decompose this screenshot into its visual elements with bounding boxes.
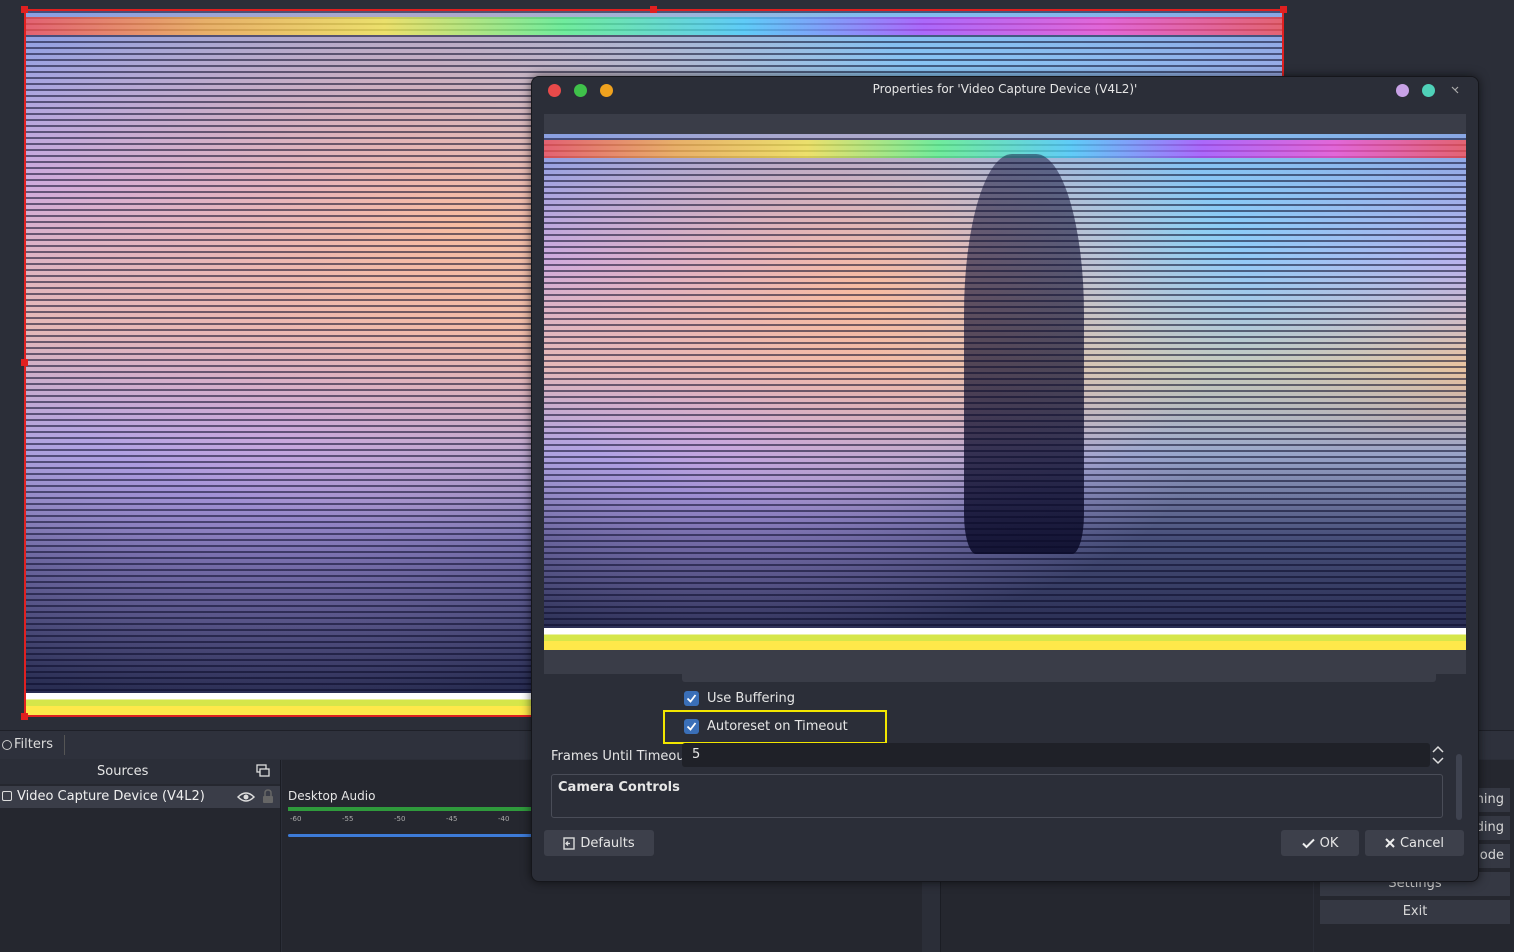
partially-hidden-field[interactable]	[682, 674, 1436, 682]
resize-handle-left-center[interactable]	[21, 359, 28, 366]
lock-icon[interactable]	[262, 789, 274, 804]
sources-title-bar: Sources	[0, 760, 280, 784]
cancel-button[interactable]: Cancel	[1365, 830, 1464, 856]
filter-icon	[2, 739, 12, 750]
shade-window-icon[interactable]	[1422, 84, 1435, 97]
volume-slider[interactable]	[288, 834, 548, 837]
ok-button[interactable]: OK	[1281, 830, 1359, 856]
frames-until-timeout-label: Frames Until Timeout	[551, 749, 690, 764]
glitch-stripe-top	[26, 17, 1282, 35]
mixer-track-label: Desktop Audio	[288, 789, 376, 803]
close-icon	[1385, 838, 1395, 848]
meter-tick: -40	[498, 815, 510, 823]
cancel-label: Cancel	[1399, 835, 1445, 851]
keep-above-icon[interactable]	[1396, 84, 1409, 97]
meter-tick: -50	[394, 815, 406, 823]
source-item-label: Video Capture Device (V4L2)	[17, 789, 205, 804]
visibility-eye-icon[interactable]	[237, 791, 255, 803]
resize-handle-top-left[interactable]	[21, 6, 28, 13]
properties-list: Use Buffering Autoreset on Timeout Frame…	[544, 674, 1466, 824]
defaults-label: Defaults	[580, 835, 635, 851]
meter-tick: -45	[446, 815, 458, 823]
checkbox-checked-icon[interactable]	[684, 690, 699, 706]
camera-controls-title: Camera Controls	[558, 780, 680, 795]
spin-arrows-icon[interactable]	[1430, 743, 1446, 767]
frames-until-timeout-input[interactable]: 5	[682, 743, 1430, 767]
resize-handle-top-right[interactable]	[1280, 6, 1287, 13]
dialog-preview-frame	[544, 114, 1466, 674]
resize-handle-top-center[interactable]	[650, 6, 657, 13]
ok-label: OK	[1319, 835, 1339, 851]
use-buffering-label: Use Buffering	[707, 690, 795, 706]
properties-scrollbar[interactable]	[1456, 754, 1462, 820]
exit-button[interactable]: Exit	[1320, 900, 1510, 924]
defaults-button[interactable]: Defaults	[544, 830, 654, 856]
filters-label: Filters	[14, 737, 53, 752]
sources-title: Sources	[97, 764, 149, 779]
pin-icon[interactable]	[1450, 85, 1460, 95]
meter-scale: -60 -55 -50 -45 -40	[288, 815, 548, 827]
dialog-titlebar[interactable]: Properties for 'Video Capture Device (V4…	[532, 77, 1478, 103]
dock-separator	[64, 735, 65, 755]
properties-dialog: Properties for 'Video Capture Device (V4…	[531, 76, 1479, 882]
use-buffering-checkbox[interactable]: Use Buffering	[684, 688, 795, 708]
undock-icon[interactable]	[256, 764, 270, 778]
glitch-stripe-bottom	[544, 628, 1466, 650]
camera-icon	[2, 791, 12, 801]
meter-tick: -60	[290, 815, 302, 823]
meter-tick: -55	[342, 815, 354, 823]
dialog-preview-video	[544, 134, 1466, 650]
highlight-annotation-box	[663, 710, 887, 744]
dialog-title: Properties for 'Video Capture Device (V4…	[872, 82, 1138, 96]
source-item-video-capture[interactable]: Video Capture Device (V4L2)	[0, 786, 280, 808]
checkmark-icon	[1301, 838, 1315, 848]
sources-dock: Sources Video Capture Device (V4L2)	[0, 760, 281, 952]
filters-button[interactable]: Filters	[2, 737, 53, 752]
resize-handle-bottom-left[interactable]	[21, 713, 28, 720]
preview-tree-silhouette	[964, 154, 1084, 554]
camera-controls-group: Camera Controls	[551, 774, 1443, 818]
volume-meter	[288, 807, 548, 811]
restore-defaults-icon	[563, 836, 576, 850]
